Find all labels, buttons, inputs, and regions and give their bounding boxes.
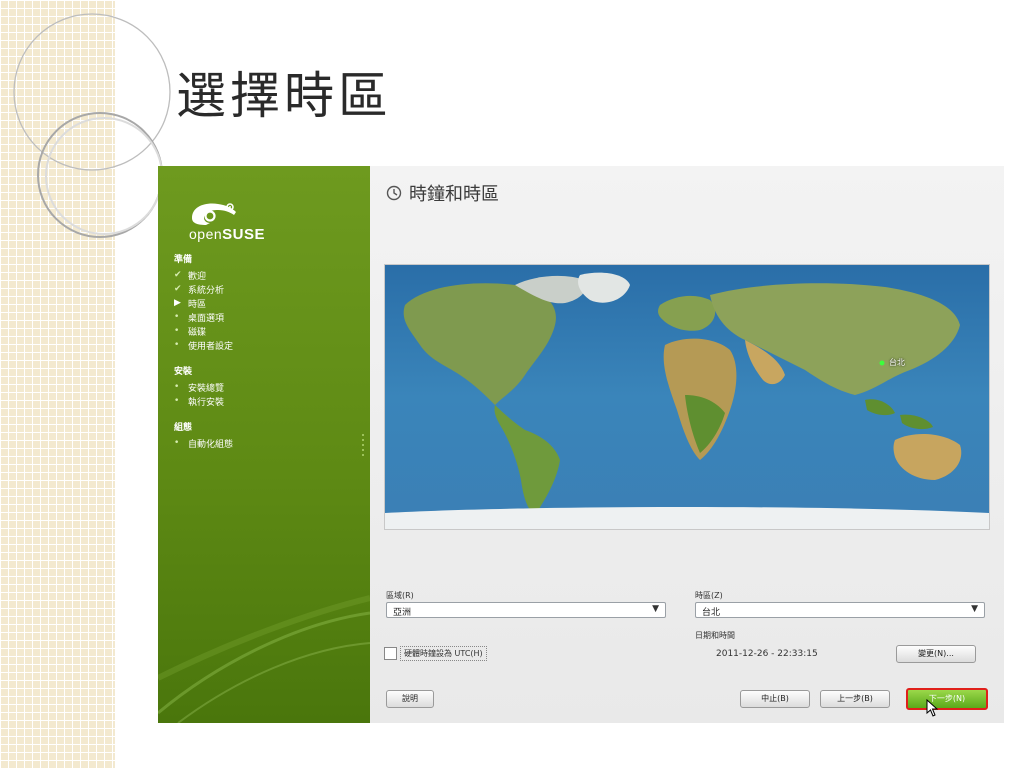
- page-heading-text: 時鐘和時區: [409, 184, 499, 205]
- sidebar-resize-handle[interactable]: [362, 434, 364, 456]
- clock-icon: [386, 185, 402, 201]
- installer-content: 時鐘和時區 台北 區域(R) 亞洲 ▼ 時區(Z) 台北 ▼ 硬體時鐘設為 UT…: [370, 166, 1004, 723]
- help-button[interactable]: 說明: [386, 690, 434, 708]
- timezone-label: 時區(Z): [695, 591, 723, 600]
- chevron-down-icon: ▼: [652, 604, 659, 614]
- nav-step-perform-install: • 執行安裝: [174, 394, 233, 408]
- nav-step-system-analysis: ✔ 系統分析: [174, 282, 233, 296]
- nav-step-auto-config: • 自動化組態: [174, 436, 233, 450]
- nav-group-install: 安裝: [174, 367, 193, 377]
- nav-step-label: 執行安裝: [188, 397, 225, 408]
- nav-step-label: 時區: [188, 299, 207, 310]
- opensuse-chameleon-logo: [192, 203, 236, 225]
- decorative-circles: [13, 13, 171, 238]
- nav-group-prepare: 準備: [174, 255, 193, 265]
- timezone-select-value: 台北: [702, 608, 721, 618]
- page-heading: 時鐘和時區: [386, 180, 499, 206]
- nav-step-label: 桌面選項: [188, 313, 225, 324]
- abort-button[interactable]: 中止(B): [740, 690, 810, 708]
- opensuse-wordmark: openSUSE: [189, 226, 265, 243]
- selected-city-label: 台北: [889, 358, 905, 367]
- bullet-icon: •: [174, 326, 180, 336]
- wordmark-open: open: [189, 226, 223, 242]
- bullet-icon: •: [174, 396, 180, 406]
- install-steps-nav: 準備 ✔ 歡迎 ✔ 系統分析 ▶ 時區 • 桌面選項 • 磁碟 • 使用者設定 安裝 • 安裝…: [174, 252, 233, 450]
- current-step-arrow-icon: ▶: [174, 298, 181, 308]
- nav-step-desktop: • 桌面選項: [174, 310, 233, 324]
- region-label: 區域(R): [386, 591, 414, 600]
- nav-step-label: 歡迎: [188, 271, 207, 282]
- nav-group-configuration: 組態: [174, 423, 193, 433]
- timezone-select[interactable]: 台北 ▼: [695, 602, 985, 618]
- sidebar-swoosh-decoration: [158, 595, 370, 723]
- checkmark-icon: ✔: [174, 270, 182, 280]
- nav-step-label: 磁碟: [188, 327, 207, 338]
- bullet-icon: •: [174, 438, 180, 448]
- checkmark-icon: ✔: [174, 284, 182, 294]
- utc-checkbox[interactable]: [384, 647, 397, 660]
- nav-step-user-settings: • 使用者設定: [174, 338, 233, 352]
- nav-step-label: 自動化組態: [188, 439, 234, 450]
- slide-title: 選擇時區: [176, 67, 392, 125]
- world-timezone-map[interactable]: 台北: [384, 264, 990, 530]
- nav-step-label: 使用者設定: [188, 341, 234, 352]
- bullet-icon: •: [174, 382, 180, 392]
- installer-sidebar: openSUSE 準備 ✔ 歡迎 ✔ 系統分析 ▶ 時區 • 桌面選項 • 磁碟 • 使用者…: [158, 166, 370, 723]
- datetime-label: 日期和時間: [695, 631, 735, 640]
- utc-checkbox-label[interactable]: 硬體時鐘設為 UTC(H): [400, 646, 487, 661]
- nav-step-disk: • 磁碟: [174, 324, 233, 338]
- bullet-icon: •: [174, 340, 180, 350]
- nav-step-timezone: ▶ 時區: [174, 296, 233, 310]
- bullet-icon: •: [174, 312, 180, 322]
- next-button[interactable]: 下一步(N): [906, 688, 988, 710]
- nav-step-label: 安裝總覽: [188, 383, 225, 394]
- nav-step-welcome: ✔ 歡迎: [174, 268, 233, 282]
- wordmark-suse: SUSE: [222, 226, 266, 243]
- nav-step-install-overview: • 安裝總覽: [174, 380, 233, 394]
- installer-screenshot: openSUSE 準備 ✔ 歡迎 ✔ 系統分析 ▶ 時區 • 桌面選項 • 磁碟 • 使用者…: [158, 166, 1004, 723]
- nav-step-label: 系統分析: [188, 285, 225, 296]
- region-select-value: 亞洲: [393, 608, 412, 618]
- region-select[interactable]: 亞洲 ▼: [386, 602, 666, 618]
- chevron-down-icon: ▼: [971, 604, 978, 614]
- world-map-continents: [385, 272, 989, 529]
- back-button[interactable]: 上一步(B): [820, 690, 890, 708]
- mouse-pointer-icon: [926, 699, 939, 717]
- datetime-value: 2011-12-26 - 22:33:15: [716, 649, 818, 659]
- change-datetime-button[interactable]: 變更(N)...: [896, 645, 976, 663]
